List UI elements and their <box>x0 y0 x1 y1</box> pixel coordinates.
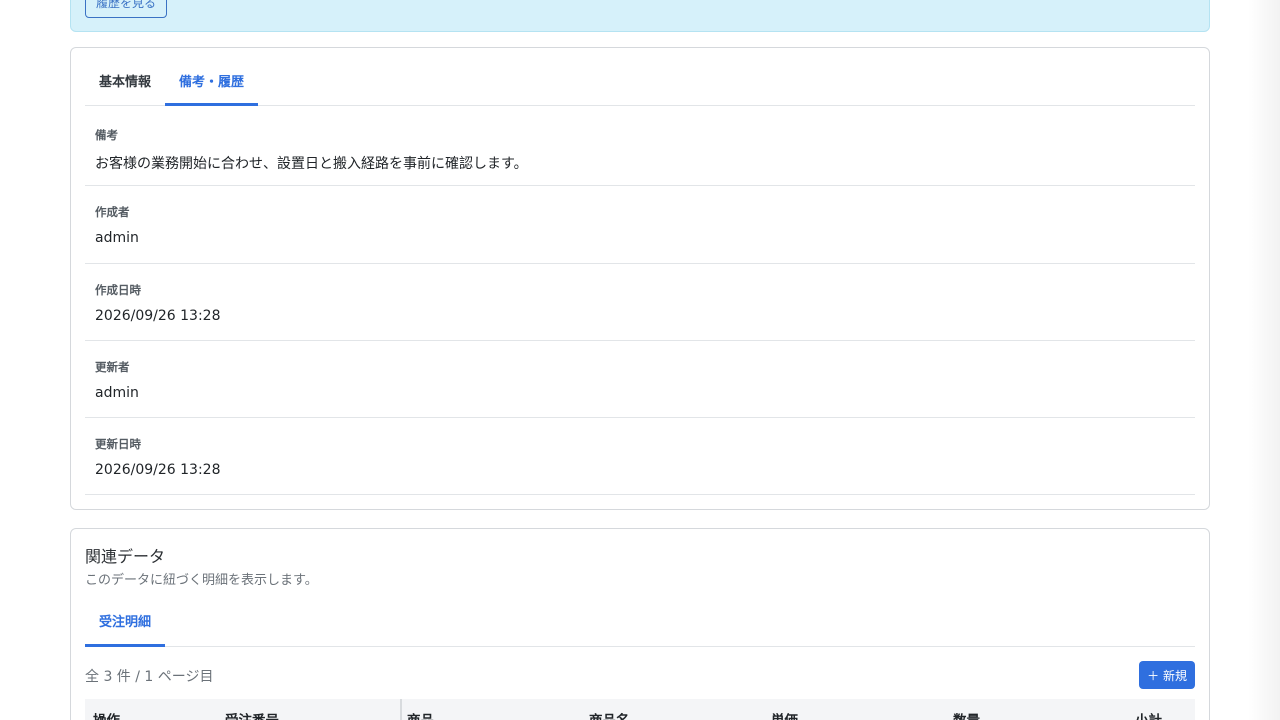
column-header-quantity[interactable]: 数量 <box>953 709 980 720</box>
field-value: 2026/09/26 13:28 <box>95 462 221 479</box>
table-header: 操作 受注番号 商品 商品名 単価 数量 小計 <box>85 699 1195 720</box>
field-label: 更新日時 <box>95 437 141 452</box>
field-label: 作成日時 <box>95 282 141 297</box>
info-alert: 履歴を見る <box>70 0 1210 32</box>
tab-order-details[interactable]: 受注明細 <box>85 599 166 647</box>
column-header-unit-price[interactable]: 単価 <box>771 709 798 720</box>
field-created-at: 作成日時 2026/09/26 13:28 <box>85 264 1195 341</box>
field-label: 作成者 <box>95 205 130 220</box>
detail-fields: 備考 お客様の業務開始に合わせ、設置日と搬入経路を事前に確認します。 作成者 a… <box>85 109 1195 496</box>
field-label: 備考 <box>95 128 118 142</box>
related-subtitle: このデータに紐づく明細を表示します。 <box>85 573 318 588</box>
column-header-order-number[interactable]: 受注番号 <box>225 709 279 720</box>
column-header-product-name[interactable]: 商品名 <box>589 709 630 720</box>
tab-notes-history[interactable]: 備考・履歴 <box>165 48 259 106</box>
column-resize-handle[interactable] <box>400 699 402 720</box>
field-value: お客様の業務開始に合わせ、設置日と搬入経路を事前に確認します。 <box>95 156 528 172</box>
tab-basic-info[interactable]: 基本情報 <box>85 48 165 106</box>
field-created-by: 作成者 admin <box>85 186 1195 264</box>
field-notes: 備考 お客様の業務開始に合わせ、設置日と搬入経路を事前に確認します。 <box>85 109 1195 187</box>
field-updated-at: 更新日時 2026/09/26 13:28 <box>85 418 1195 496</box>
column-header-product[interactable]: 商品 <box>407 709 434 720</box>
related-title: 関連データ <box>85 547 166 566</box>
view-history-button[interactable]: 履歴を見る <box>85 0 168 18</box>
record-count: 全 3 件 / 1 ページ目 <box>85 669 214 685</box>
page-right-shadow <box>1248 0 1280 720</box>
detail-card: 基本情報 備考・履歴 備考 お客様の業務開始に合わせ、設置日と搬入経路を事前に確… <box>70 47 1210 510</box>
field-label: 更新者 <box>95 359 130 374</box>
field-value: admin <box>95 230 139 247</box>
field-updated-by: 更新者 admin <box>85 341 1195 419</box>
column-header-actions[interactable]: 操作 <box>93 709 120 720</box>
new-record-button[interactable]: ＋ 新規 <box>1139 661 1195 689</box>
related-tabs: 受注明細 <box>85 599 1195 647</box>
detail-tabs: 基本情報 備考・履歴 <box>85 48 1195 106</box>
field-value: admin <box>95 384 139 401</box>
column-header-subtotal[interactable]: 小計 <box>1135 709 1162 720</box>
field-value: 2026/09/26 13:28 <box>95 307 221 324</box>
related-data-card: 関連データ このデータに紐づく明細を表示します。 受注明細 全 3 件 / 1 … <box>70 528 1210 720</box>
